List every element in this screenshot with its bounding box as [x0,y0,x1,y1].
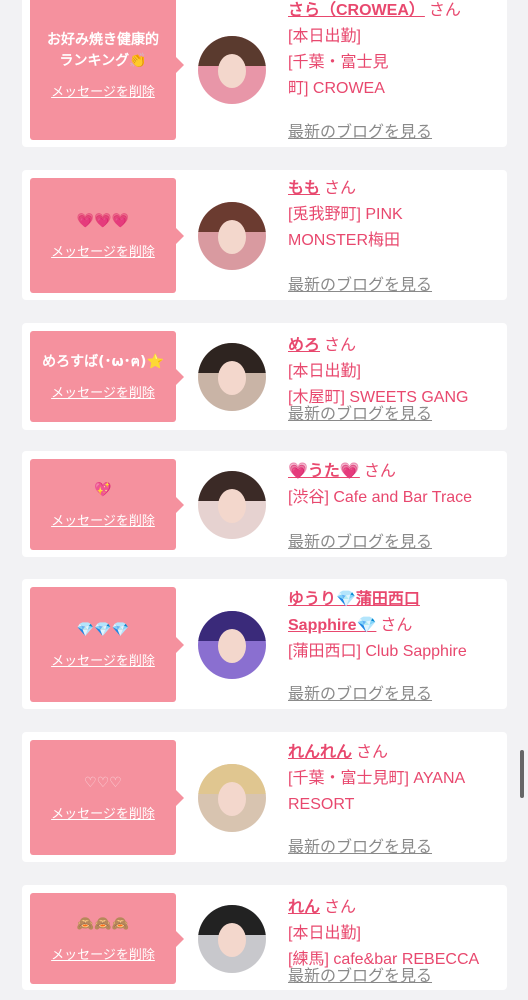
delete-message-link[interactable]: メッセージを削除 [51,944,155,963]
delete-message-link[interactable]: メッセージを削除 [51,650,155,669]
cast-name-link[interactable]: もも [288,180,320,197]
list-item: 🙈🙈🙈 メッセージを削除 れん さん [本日出勤] [練馬] cafe&bar R… [22,885,507,990]
honorific: さん [363,463,396,480]
latest-blog-link[interactable]: 最新のブログを見る [288,118,432,142]
avatar[interactable] [198,36,266,104]
cast-name-link[interactable]: めろ [288,337,320,354]
message-text: 💗💗💗 [76,213,130,229]
latest-blog-link[interactable]: 最新のブログを見る [288,271,432,295]
delete-message-link[interactable]: メッセージを削除 [51,241,155,260]
message-bubble: 💗💗💗 メッセージを削除 [30,178,184,293]
list-item: お好み焼き健康的 ランキング👏 メッセージを削除 さら（CROWEA） さん [本… [22,0,507,147]
latest-blog-link[interactable]: 最新のブログを見る [288,833,432,857]
cast-name-link[interactable]: れん [288,899,320,916]
list-item: めろすば(･ω･ฅ)⭐ メッセージを削除 めろ さん [本日出勤] [木屋町] S… [22,323,507,430]
shop-location: [渋谷] Cafe and Bar Trace [288,489,473,506]
shop-location: [千葉・富士見町] AYANA RESORT [288,770,466,813]
message-text: ♡♡♡ [84,775,122,791]
message-bubble: 💖 メッセージを削除 [30,459,184,550]
honorific: さん [428,2,461,19]
message-text: 💖 [94,482,112,498]
list-item: 💎💎💎 メッセージを削除 ゆうり💎蒲田西口 Sapphire💎 さん [蒲田西口]… [22,579,507,709]
honorific: さん [324,180,357,197]
shop-location: [兎我野町] PINK MONSTER梅田 [288,206,403,249]
message-bubble: めろすば(･ω･ฅ)⭐ メッセージを削除 [30,331,184,422]
avatar[interactable] [198,343,266,411]
message-bubble: 🙈🙈🙈 メッセージを削除 [30,893,184,984]
scrollbar[interactable] [520,750,524,798]
cast-name-link[interactable]: 💗うた💗 [288,463,360,480]
honorific: さん [380,617,413,634]
list-item: ♡♡♡ メッセージを削除 れんれん さん [千葉・富士見町] AYANA RESO… [22,732,507,862]
message-bubble: お好み焼き健康的 ランキング👏 メッセージを削除 [30,0,184,140]
delete-message-link[interactable]: メッセージを削除 [51,510,155,529]
latest-blog-link[interactable]: 最新のブログを見る [288,400,432,424]
message-text: 💎💎💎 [76,622,130,638]
avatar[interactable] [198,202,266,270]
latest-blog-link[interactable]: 最新のブログを見る [288,680,432,704]
shop-location: [本日出勤] [千葉・富士見 町] CROWEA [288,28,389,97]
message-bubble: 💎💎💎 メッセージを削除 [30,587,184,702]
message-bubble: ♡♡♡ メッセージを削除 [30,740,184,855]
latest-blog-link[interactable]: 最新のブログを見る [288,962,432,986]
avatar[interactable] [198,471,266,539]
cast-name-link[interactable]: さら（CROWEA） [288,2,425,19]
delete-message-link[interactable]: メッセージを削除 [51,382,155,401]
delete-message-link[interactable]: メッセージを削除 [51,81,155,100]
list-item: 💖 メッセージを削除 💗うた💗 さん [渋谷] Cafe and Bar Trac… [22,451,507,557]
shop-location: [蒲田西口] Club Sapphire [288,643,467,660]
honorific: さん [324,899,357,916]
avatar[interactable] [198,905,266,973]
list-item: 💗💗💗 メッセージを削除 もも さん [兎我野町] PINK MONSTER梅田 … [22,170,507,300]
message-text: めろすば(･ω･ฅ)⭐ [42,354,164,370]
avatar[interactable] [198,611,266,679]
message-text: 🙈🙈🙈 [76,916,130,932]
delete-message-link[interactable]: メッセージを削除 [51,803,155,822]
honorific: さん [324,337,357,354]
cast-name-link[interactable]: れんれん [288,744,352,761]
message-text: お好み焼き健康的 ランキング👏 [47,32,159,69]
avatar[interactable] [198,764,266,832]
honorific: さん [356,744,389,761]
latest-blog-link[interactable]: 最新のブログを見る [288,528,432,552]
